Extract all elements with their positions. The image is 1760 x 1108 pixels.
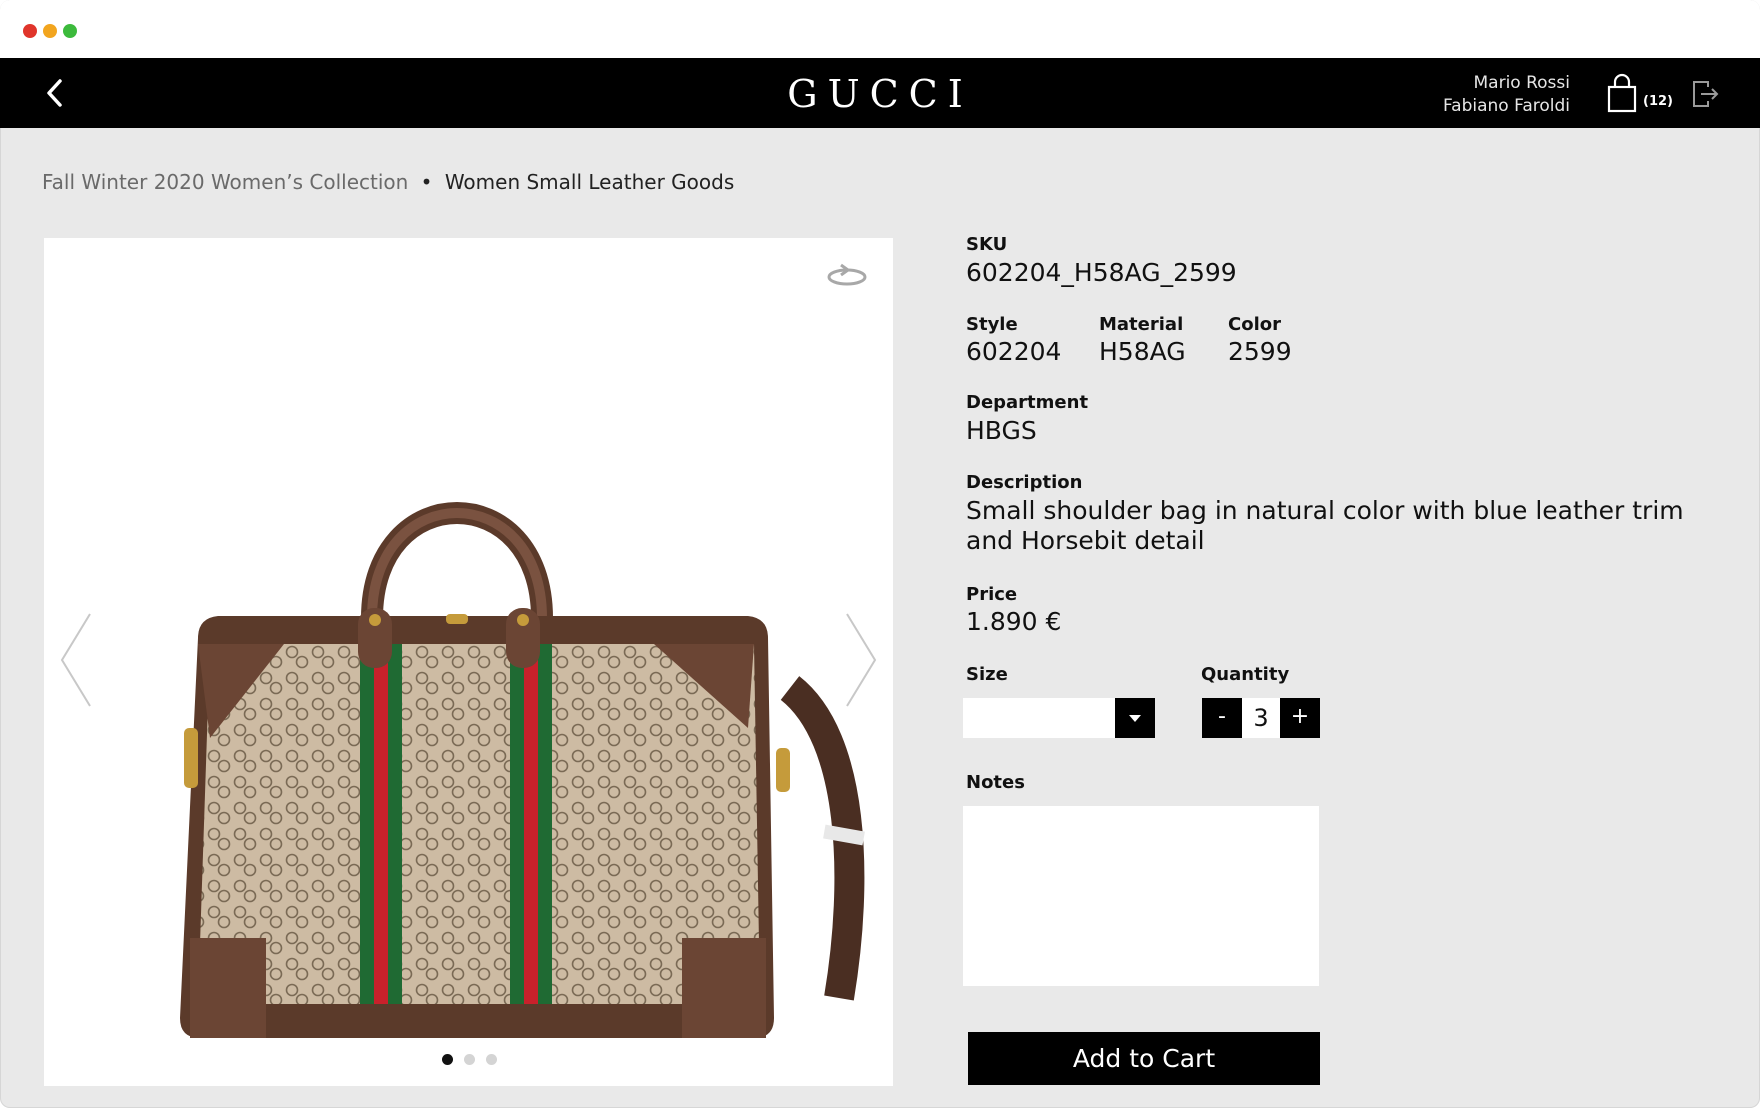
material-label: Material <box>1099 314 1184 335</box>
product-image <box>180 502 865 1038</box>
gallery-prev-button[interactable] <box>58 610 98 710</box>
color-label: Color <box>1228 314 1281 335</box>
size-label: Size <box>966 664 1008 685</box>
quantity-increase-button[interactable]: + <box>1280 698 1320 738</box>
quantity-label: Quantity <box>1201 664 1290 685</box>
shopping-bag-icon <box>1607 73 1637 113</box>
close-window-button[interactable] <box>23 24 37 38</box>
app-window: GUCCI Mario Rossi Fabiano Faroldi (12) F… <box>0 0 1760 1108</box>
breadcrumb-collection-link[interactable]: Fall Winter 2020 Women’s Collection <box>42 170 408 194</box>
breadcrumb-category: Women Small Leather Goods <box>444 170 735 194</box>
sku-label: SKU <box>966 234 1008 255</box>
top-navbar: GUCCI Mario Rossi Fabiano Faroldi (12) <box>0 58 1760 128</box>
material-value: H58AG <box>1099 337 1186 366</box>
quantity-decrease-button[interactable]: - <box>1202 698 1242 738</box>
add-to-cart-button[interactable]: Add to Cart <box>968 1032 1320 1085</box>
gallery-page-dot[interactable] <box>464 1054 475 1065</box>
user-info: Mario Rossi Fabiano Faroldi <box>1443 72 1570 118</box>
style-label: Style <box>966 314 1018 335</box>
sku-value: 602204_H58AG_2599 <box>966 258 1237 287</box>
price-value: 1.890 € <box>966 607 1062 636</box>
department-label: Department <box>966 392 1089 413</box>
description-label: Description <box>966 472 1083 493</box>
product-gallery <box>44 238 893 1086</box>
quantity-value[interactable]: 3 <box>1242 698 1280 738</box>
user-name: Mario Rossi <box>1473 73 1571 93</box>
color-value: 2599 <box>1228 337 1292 366</box>
size-select[interactable] <box>963 698 1155 738</box>
department-value: HBGS <box>966 416 1037 445</box>
breadcrumb: Fall Winter 2020 Women’s Collection • Wo… <box>42 170 734 194</box>
gallery-page-dot[interactable] <box>442 1054 453 1065</box>
gallery-page-dot[interactable] <box>486 1054 497 1065</box>
store-name: Fabiano Faroldi <box>1442 96 1570 116</box>
cart-count-badge: (12) <box>1643 94 1673 109</box>
gallery-pagination <box>442 1050 508 1069</box>
breadcrumb-separator: • <box>420 170 433 194</box>
chevron-left-icon <box>60 613 91 707</box>
size-dropdown-button[interactable] <box>1115 698 1155 738</box>
caret-down-icon <box>1129 715 1141 722</box>
style-value: 602204 <box>966 337 1062 366</box>
maximize-window-button[interactable] <box>63 24 77 38</box>
window-titlebar <box>0 0 1760 58</box>
rotate-view-button[interactable] <box>824 260 870 290</box>
logout-button[interactable] <box>1690 78 1720 110</box>
notes-label: Notes <box>966 772 1025 793</box>
rotate-360-icon <box>827 263 867 286</box>
description-text: Small shoulder bag in natural color with… <box>966 496 1684 555</box>
price-label: Price <box>966 584 1018 605</box>
logout-icon <box>1693 81 1719 107</box>
notes-field[interactable] <box>963 806 1319 986</box>
minimize-window-button[interactable] <box>43 24 57 38</box>
